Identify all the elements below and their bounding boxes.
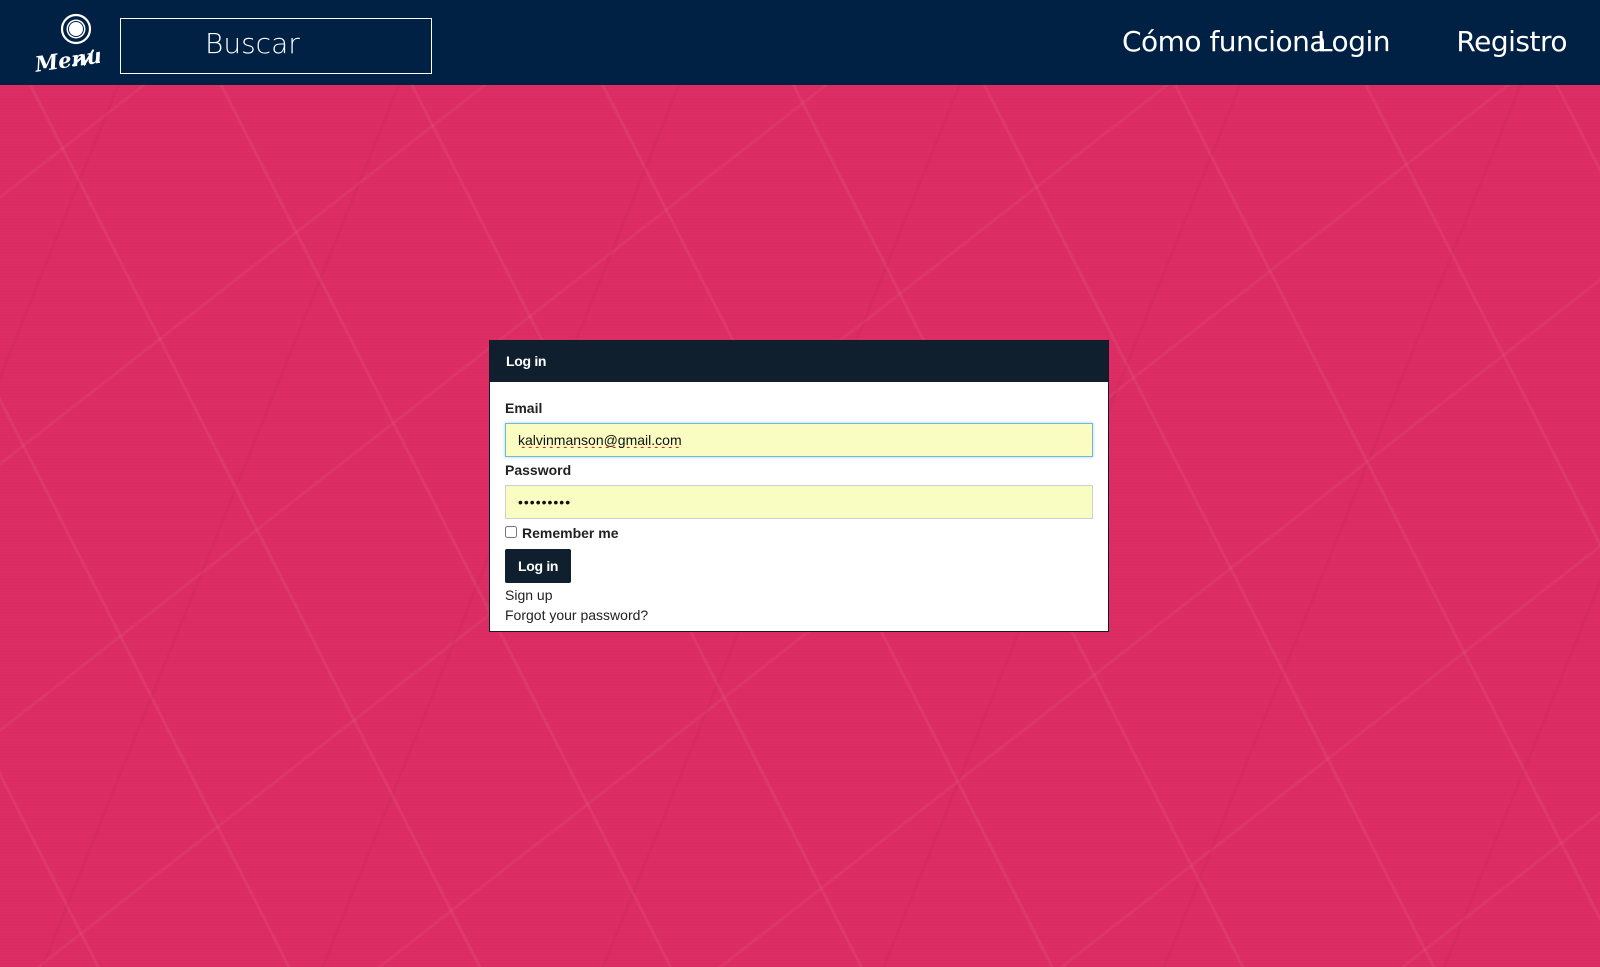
remember-me-row: Remember me — [505, 523, 1093, 543]
menu-logo[interactable]: Menu — [32, 12, 103, 77]
login-panel-title: Log in — [490, 341, 1108, 382]
email-label: Email — [505, 400, 543, 416]
remember-me-checkbox[interactable] — [505, 526, 517, 538]
login-panel: Log in Email Password Remember me Log in… — [489, 340, 1109, 632]
search-label: Buscar — [205, 27, 300, 60]
svg-text:Menu: Menu — [32, 43, 100, 76]
forgot-password-link[interactable]: Forgot your password? — [505, 605, 1093, 625]
search-box[interactable]: Buscar — [120, 18, 432, 74]
nav-register[interactable]: Registro — [1456, 22, 1567, 62]
top-navbar: Menu Buscar Cómo funciona Login Registro — [0, 0, 1600, 85]
sign-up-link[interactable]: Sign up — [505, 585, 1093, 605]
plate-logo-icon: Menu — [32, 13, 103, 77]
remember-me-label[interactable]: Remember me — [522, 525, 619, 541]
password-field[interactable] — [505, 485, 1093, 519]
password-label: Password — [505, 462, 572, 478]
login-form: Email Password Remember me Log in Sign u… — [490, 382, 1108, 625]
login-submit-button[interactable]: Log in — [505, 549, 572, 583]
email-field[interactable] — [505, 423, 1093, 457]
nav-how-it-works[interactable]: Cómo funciona — [1122, 22, 1327, 62]
nav-login[interactable]: Login — [1317, 22, 1391, 62]
